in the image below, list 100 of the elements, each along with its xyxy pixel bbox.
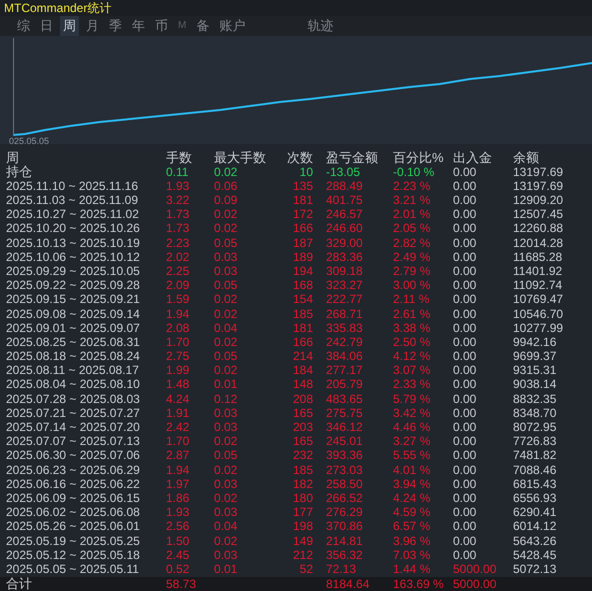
max-lots-cell: 0.09: [214, 193, 238, 208]
column-header: 盈亏金额: [326, 150, 378, 165]
balance-cell: 7481.82: [513, 448, 556, 462]
balance-cell: 7726.83: [513, 434, 556, 448]
profit-cell: 246.60: [326, 221, 363, 236]
profit-cell: 384.06: [326, 349, 363, 364]
max-lots-cell: 0.02: [214, 490, 238, 505]
profit-cell: 288.49: [326, 178, 363, 193]
max-lots-cell: 0.03: [214, 505, 238, 520]
tab[interactable]: 币: [152, 16, 171, 36]
percent-cell: 3.07 %: [393, 363, 430, 378]
count-cell: 52: [300, 562, 313, 576]
profit-cell: 277.17: [326, 363, 363, 378]
lots-cell: 1.93: [166, 178, 190, 193]
tab[interactable]: 轨迹: [304, 16, 336, 36]
max-lots-cell: 0.01: [214, 377, 238, 392]
lots-cell: 2.08: [166, 320, 190, 335]
profit-cell: 275.75: [326, 406, 363, 420]
period-cell: 2025.11.03 ~ 2025.11.09: [6, 193, 138, 208]
period-cell: 2025.10.20 ~ 2025.10.26: [6, 221, 140, 236]
percent-cell: 3.94 %: [393, 476, 430, 491]
profit-cell: 393.36: [326, 448, 363, 462]
lots-cell: 1.70: [166, 334, 190, 349]
tab[interactable]: 月: [83, 16, 102, 36]
count-cell: 182: [292, 476, 313, 491]
lots-cell: 1.86: [166, 490, 190, 505]
lots-cell: 2.25: [166, 264, 190, 278]
balance-cell: 8832.35: [513, 392, 556, 406]
percent-cell: 2.33 %: [393, 377, 430, 392]
cashflow-cell: 0.00: [453, 534, 476, 548]
cashflow-cell: 0.00: [453, 278, 476, 292]
balance-cell: 12014.28: [513, 236, 564, 250]
balance-cell: 11401.92: [513, 264, 562, 278]
tab[interactable]: 日: [37, 16, 56, 36]
profit-cell: 356.32: [326, 548, 363, 562]
profit-cell: 335.83: [326, 320, 363, 335]
lots-cell: 0.52: [166, 562, 190, 576]
count-cell: 214: [292, 349, 313, 364]
cashflow-cell: 0.00: [453, 250, 476, 264]
tab[interactable]: 周: [60, 16, 79, 36]
count-cell: 149: [292, 534, 313, 548]
period-cell: 2025.09.22 ~ 2025.09.28: [6, 278, 140, 292]
max-lots-cell: 0.03: [214, 476, 238, 491]
period-cell: 2025.08.18 ~ 2025.08.24: [6, 349, 140, 364]
cashflow-cell: 0.00: [453, 420, 476, 434]
tab[interactable]: 账户: [216, 16, 248, 36]
balance-cell: 7088.46: [513, 462, 556, 477]
percent-cell: 2.79 %: [393, 264, 430, 278]
profit-cell: 205.79: [326, 377, 363, 392]
period-cell: 2025.06.16 ~ 2025.06.22: [6, 476, 140, 491]
balance-cell: 13197.69: [513, 178, 564, 193]
lots-cell: 1.91: [166, 406, 190, 420]
count-cell: 177: [292, 505, 313, 520]
cashflow-cell: 0.00: [453, 264, 476, 278]
tab[interactable]: 年: [129, 16, 148, 36]
max-lots-cell: 0.05: [214, 448, 238, 462]
cashflow-cell: 0.00: [453, 406, 476, 420]
balance-cell: 6556.93: [513, 490, 556, 505]
cashflow-cell: 0.00: [453, 164, 476, 179]
period-cell: 2025.05.12 ~ 2025.05.18: [6, 548, 140, 562]
max-lots-cell: 0.03: [214, 250, 238, 264]
tab[interactable]: 综: [14, 16, 33, 36]
count-cell: 181: [292, 320, 313, 335]
balance-cell: 6815.43: [513, 476, 556, 491]
percent-cell: 3.42 %: [393, 406, 430, 420]
balance-cell: 6014.12: [513, 519, 556, 534]
balance-cell: 9699.37: [513, 349, 556, 364]
percent-cell: 6.57 %: [393, 519, 430, 534]
percent-cell: 4.59 %: [393, 505, 430, 520]
percent-cell: 1.44 %: [393, 562, 430, 576]
balance-cell: 11685.28: [513, 250, 562, 264]
max-lots-cell: 0.02: [214, 164, 238, 179]
max-lots-cell: 0.04: [214, 320, 238, 335]
percent-cell: 4.12 %: [393, 349, 430, 364]
cashflow-cell: 5000.00: [453, 577, 496, 591]
percent-cell: 3.21 %: [393, 193, 430, 208]
period-cell: 2025.07.28 ~ 2025.08.03: [6, 392, 140, 406]
column-header: 手数: [166, 150, 192, 165]
column-header: 出入金: [453, 150, 492, 165]
profit-cell: 268.71: [326, 306, 363, 321]
tab[interactable]: 备: [193, 16, 212, 36]
count-cell: 10: [300, 164, 313, 179]
lots-cell: 1.73: [166, 207, 190, 222]
period-cell: 2025.06.23 ~ 2025.06.29: [6, 462, 140, 477]
window-title: MTCommander统计: [4, 0, 112, 15]
balance-cell: 10277.99: [513, 320, 564, 335]
cashflow-cell: 0.00: [453, 448, 476, 462]
balance-cell: 8072.95: [513, 420, 556, 434]
tab[interactable]: 季: [106, 16, 125, 36]
lots-cell: 1.93: [166, 505, 190, 520]
max-lots-cell: 0.05: [214, 278, 238, 292]
count-cell: 189: [292, 250, 313, 264]
count-cell: 208: [292, 392, 313, 406]
max-lots-cell: 0.05: [214, 349, 238, 364]
max-lots-cell: 0.02: [214, 462, 238, 477]
percent-cell: 2.50 %: [393, 334, 430, 349]
lots-cell: 1.97: [166, 476, 190, 491]
max-lots-cell: 0.03: [214, 264, 238, 278]
lots-cell: 2.45: [166, 548, 190, 562]
period-cell: 2025.09.15 ~ 2025.09.21: [6, 292, 140, 306]
